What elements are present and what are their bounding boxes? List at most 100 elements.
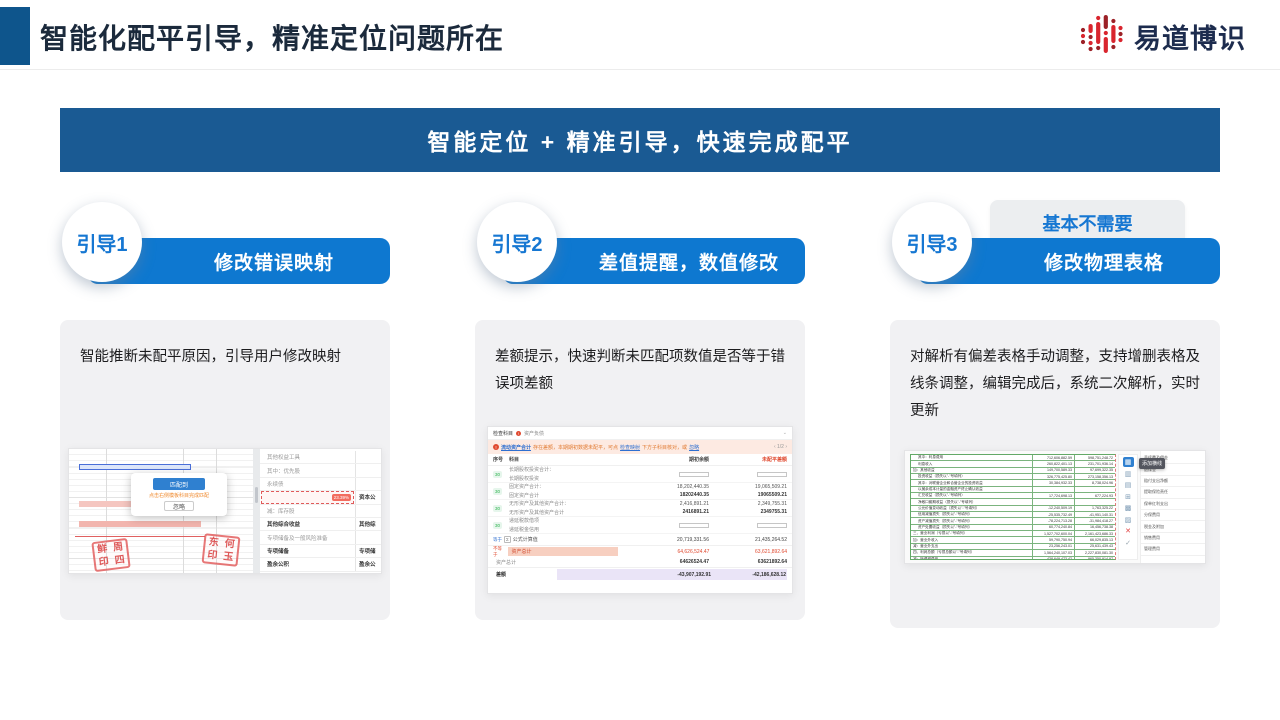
- row-value: 1,564,240,107.03: [1033, 550, 1075, 555]
- sigma-icon: Σ: [504, 536, 511, 543]
- guide-1-header: 引导1 修改错误映射: [60, 196, 390, 288]
- header: 智能化配平引导，精准定位问题所在 易道博识: [0, 0, 1280, 70]
- insert-row-icon[interactable]: ▨: [1123, 515, 1134, 525]
- value-input[interactable]: [679, 472, 709, 477]
- row-value: 1,527,702,600.04: [1033, 531, 1075, 536]
- row-value: 438,649,473.42: [1033, 557, 1075, 561]
- brand-logo: 易道博识: [1078, 11, 1246, 62]
- row-value: 60,774,240.84: [1033, 525, 1075, 530]
- match-button[interactable]: 匹配到: [153, 478, 205, 490]
- mapping-row[interactable]: 永续债: [260, 478, 381, 491]
- guide-1-badge: 引导1: [62, 202, 142, 282]
- check-toolbar: 检查科目 ! 资产负债 ⌄: [488, 427, 792, 440]
- row-value: [1033, 487, 1075, 492]
- split-column-icon[interactable]: ▥: [1123, 469, 1134, 479]
- mapping-row[interactable]: 其中：优先股: [260, 464, 381, 477]
- row-value: -78,224,713.28: [1033, 518, 1075, 523]
- row-label: 资产减值损失（损失以"-"号填列）: [911, 518, 1033, 523]
- mapping-label: 盈余公积: [260, 560, 355, 568]
- table-row: 30无形资产及其他资产合计：无形资产及其他资产合计2,416,891.21241…: [488, 500, 792, 517]
- ignore-link[interactable]: 忽略: [689, 444, 699, 451]
- mapping-label: 其中：优先股: [260, 467, 355, 475]
- chevron-down-icon[interactable]: ⌄: [783, 430, 787, 436]
- tooltip: 添加横线: [1139, 458, 1165, 469]
- subject-line: 固定资产合计: [509, 492, 617, 499]
- row-tag: 30: [493, 488, 509, 495]
- subject-cell: 无形资产及其他资产合计：无形资产及其他资产合计: [509, 500, 617, 516]
- merge-cells-icon[interactable]: ⊞: [1123, 492, 1134, 502]
- row-value: 965,350,914.97: [1075, 557, 1115, 561]
- headline-banner: 智能定位 + 精准引导，快速完成配平: [60, 108, 1220, 172]
- guide-3-description: 对解析有偏差表格手动调整，支持增删表格及线条调整，编辑完成后，系统二次解析，实时…: [890, 320, 1220, 424]
- seal-character: 印: [207, 550, 218, 561]
- guide-3-header: 基本不需要 引导3 修改物理表格: [890, 196, 1220, 288]
- scrollbar-handle[interactable]: [255, 487, 258, 503]
- add-line-icon[interactable]: ▦: [1123, 457, 1134, 467]
- seal-character: 东: [208, 537, 219, 548]
- confidence-badge: 23.39%: [332, 494, 351, 501]
- template-subject-partial: 盈余公: [355, 558, 381, 570]
- sum-value-1: 20,719,331.56: [617, 537, 709, 543]
- red-seal-stamp: 东何印玉: [202, 533, 241, 567]
- mapping-row[interactable]: 减：库存股: [260, 505, 381, 518]
- subject-label: 赔付支出净额: [1141, 476, 1205, 487]
- error-row-underline: [75, 532, 205, 537]
- seal-character: 印: [98, 557, 109, 568]
- mapping-row[interactable]: 盈余公积盈余公: [260, 558, 381, 571]
- diff-band: -43,907,192.91 -42,186,628.12: [557, 569, 787, 580]
- subject-cell: 递延税款借项递延税金信用: [509, 517, 617, 533]
- row-tag: 30: [493, 522, 509, 529]
- value-input[interactable]: [757, 472, 787, 477]
- value-cell: [709, 523, 787, 528]
- insert-column-icon[interactable]: ▩: [1123, 503, 1134, 513]
- alert-subject-link[interactable]: 流动资产合计: [501, 444, 531, 451]
- split-row-icon[interactable]: ▤: [1123, 480, 1134, 490]
- warning-icon: !: [493, 444, 499, 450]
- sheet-select[interactable]: 资产负债: [524, 430, 544, 437]
- row-value: 712,606,882.59: [1033, 455, 1075, 460]
- value-input[interactable]: [757, 523, 787, 528]
- mapping-row[interactable]: 资本公积23.39%资本公: [260, 491, 381, 504]
- row-label: 资产处置收益（损失以"-"号填列）: [911, 525, 1033, 530]
- mapping-row[interactable]: 其他综合收益其他综: [260, 518, 381, 531]
- check-mapping-link[interactable]: 检查映射: [620, 444, 640, 451]
- row-label: 公允价值变动收益（损失以"-"号填列）: [911, 506, 1033, 511]
- guide-1-card: 智能推断未配平原因，引导用户修改映射 匹配到 点击右侧模板科目完成匹配 忽略 鲜…: [60, 320, 390, 620]
- row-label: 减：所得税费用: [911, 557, 1033, 561]
- pagination[interactable]: ‹ 1/2 ›: [774, 444, 787, 450]
- row-value: 97,699,322.35: [1075, 468, 1115, 473]
- row-label: 减：营业外支出: [911, 544, 1033, 549]
- subject-label: 管理费用: [1141, 544, 1205, 555]
- mapping-row[interactable]: 专项储备及一般风险准备: [260, 531, 381, 544]
- row-value: 23,256,243.01: [1033, 544, 1075, 549]
- row-value: 16,456,738.38: [1075, 525, 1115, 530]
- guide-3-card: 对解析有偏差表格手动调整，支持增删表格及线条调整，编辑完成后，系统二次解析，实时…: [890, 320, 1220, 628]
- difference-row: 差额 -43,907,192.91 -42,186,628.12: [488, 568, 792, 581]
- screenshot-table-editor: 其中：利息费用712,606,882.59598,751,248.72利息收入2…: [904, 450, 1206, 564]
- mapping-label: 其他综合收益: [260, 520, 355, 528]
- subject-line: 长期股权投资合计：: [509, 466, 617, 473]
- value-cell: 2,349,755.312349755.31: [709, 501, 787, 515]
- alert-text: 下方子科目核对，或: [642, 444, 687, 451]
- row-label: 加：其他收益: [911, 468, 1033, 473]
- row-value: [1033, 499, 1075, 504]
- subject-line: 递延税金信用: [509, 526, 617, 533]
- mapping-row[interactable]: 其他权益工具: [260, 451, 381, 464]
- row-value: 260,822,401.13: [1033, 461, 1075, 466]
- row-value: 326,775,425.80: [1033, 474, 1075, 479]
- ignore-button[interactable]: 忽略: [164, 501, 194, 511]
- delete-table-icon[interactable]: ✕: [1123, 526, 1134, 536]
- mapping-row[interactable]: 专项储备专项储: [260, 545, 381, 558]
- value-input[interactable]: [679, 523, 709, 528]
- mapping-label: 专项储备及一般风险准备: [260, 534, 355, 542]
- row-value: [1075, 487, 1115, 492]
- subject-label: 分保费用: [1141, 510, 1205, 521]
- template-subject-partial: [355, 505, 381, 517]
- value-cell: [617, 523, 709, 528]
- logo-soundwave-icon: [1078, 11, 1124, 62]
- template-subject-partial: [355, 451, 381, 463]
- template-subject-partial: 资本公: [355, 491, 381, 503]
- row-label: 汇兑收益（损失以"-"号填列）: [911, 493, 1033, 498]
- seal-character: 何: [224, 539, 235, 550]
- confirm-icon[interactable]: ✓: [1123, 538, 1134, 548]
